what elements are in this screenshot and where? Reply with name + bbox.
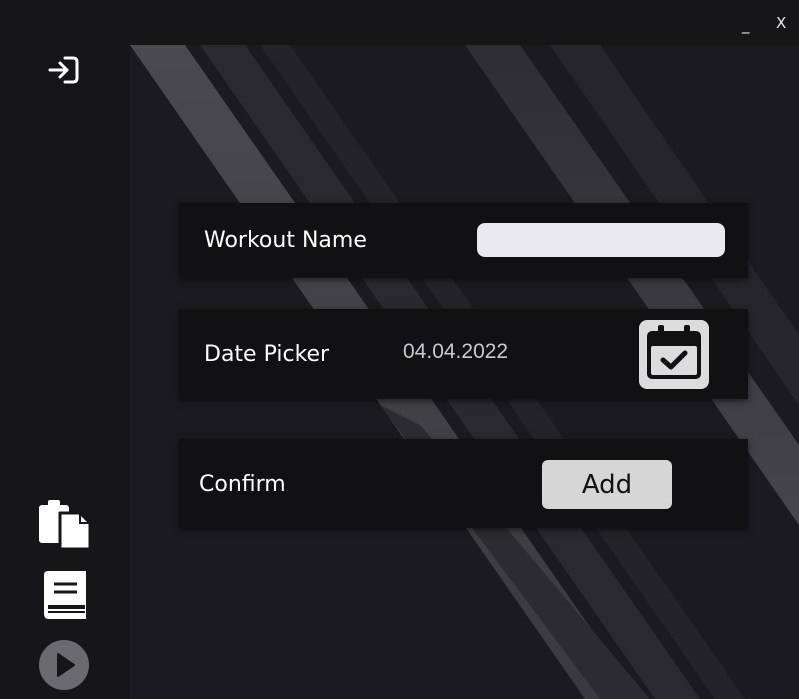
calendar-button[interactable] xyxy=(639,320,709,389)
workout-name-input[interactable] xyxy=(477,223,725,257)
date-value[interactable]: 04.04.2022 xyxy=(403,340,508,364)
book-icon[interactable] xyxy=(41,570,87,620)
login-icon[interactable] xyxy=(48,55,80,85)
confirm-card: Confirm Add xyxy=(179,439,748,528)
date-picker-label: Date Picker xyxy=(204,342,330,367)
workout-name-card: Workout Name xyxy=(179,203,748,278)
minimize-button[interactable]: _ xyxy=(742,16,750,34)
add-button[interactable]: Add xyxy=(542,460,672,509)
sidebar xyxy=(0,0,130,699)
workout-name-label: Workout Name xyxy=(204,228,367,253)
copy-files-icon[interactable] xyxy=(38,499,92,551)
play-icon[interactable] xyxy=(39,640,89,690)
close-button[interactable]: X xyxy=(776,14,786,32)
date-picker-card: Date Picker 04.04.2022 xyxy=(179,309,748,399)
confirm-label: Confirm xyxy=(199,472,286,497)
calendar-check-icon xyxy=(647,325,701,379)
